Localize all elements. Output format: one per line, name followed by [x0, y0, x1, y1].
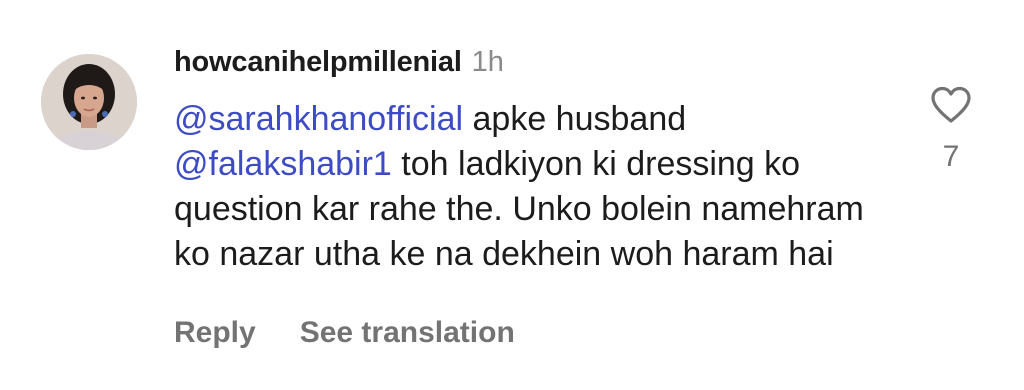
mention-sarahkhanofficial[interactable]: @sarahkhanofficial: [174, 100, 463, 138]
mention-falakshabir1[interactable]: @falakshabir1: [174, 145, 392, 183]
comment-actions: Reply See translation: [174, 316, 515, 350]
comment: howcanihelpmillenial 1h @sarahkhanoffici…: [0, 0, 1024, 390]
see-translation-button[interactable]: See translation: [300, 316, 515, 350]
heart-outline-icon[interactable]: [930, 86, 972, 124]
timestamp: 1h: [471, 46, 504, 78]
username[interactable]: howcanihelpmillenial: [174, 46, 462, 79]
avatar[interactable]: [41, 54, 137, 150]
like-section: 7: [922, 86, 980, 174]
reply-button[interactable]: Reply: [174, 316, 256, 350]
comment-text-part-1: apke husband: [463, 100, 687, 138]
like-count: 7: [942, 140, 960, 173]
comment-text: @sarahkhanofficial apke husband @falaksh…: [174, 97, 894, 277]
comment-header: howcanihelpmillenial 1h: [174, 46, 504, 86]
profile-photo: [41, 54, 137, 150]
